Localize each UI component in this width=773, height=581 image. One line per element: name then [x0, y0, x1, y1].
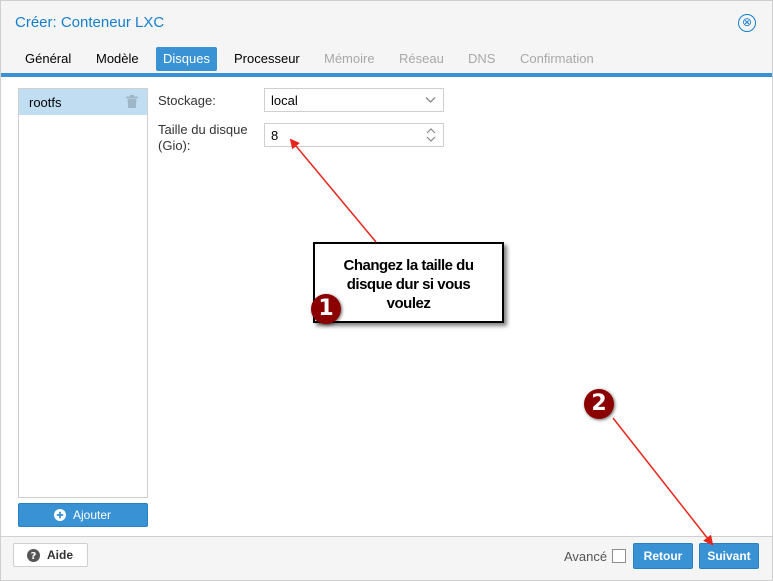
disk-size-value: 8	[271, 128, 279, 143]
tab-network: Réseau	[399, 51, 444, 66]
spinner-icon[interactable]	[426, 126, 436, 144]
tab-memory: Mémoire	[324, 51, 375, 66]
help-label: Aide	[47, 548, 74, 562]
add-disk-button[interactable]: Ajouter	[18, 503, 148, 527]
dialog-footer: ? Aide Avancé Retour Suivant	[1, 538, 772, 580]
svg-text:?: ?	[31, 551, 37, 562]
chevron-down-icon[interactable]	[425, 96, 436, 104]
advanced-label: Avancé	[564, 549, 608, 564]
help-button[interactable]: ? Aide	[13, 543, 88, 567]
dialog-window: Créer: Conteneur LXC ⊗ Général Modèle Di…	[0, 0, 773, 581]
dialog-title: Créer: Conteneur LXC	[15, 14, 165, 31]
disk-item-label: rootfs	[29, 95, 62, 110]
annotation-badge-1: 1	[311, 294, 341, 324]
add-disk-label: Ajouter	[73, 508, 112, 522]
disk-size-label: Taille du disque (Gio):	[158, 122, 248, 154]
wizard-tabs: Général Modèle Disques Processeur Mémoir…	[1, 45, 772, 73]
question-circle-icon: ?	[27, 549, 40, 562]
storage-value: local	[271, 93, 298, 108]
tab-dns: DNS	[468, 51, 496, 66]
disk-list: rootfs	[18, 88, 148, 498]
disk-size-label-line2: (Gio):	[158, 138, 191, 153]
disks-panel: rootfs Ajouter Stockage: local Taille du…	[1, 77, 772, 537]
back-button[interactable]: Retour	[633, 543, 693, 569]
disk-size-input[interactable]: 8	[264, 123, 444, 147]
close-icon: ⊗	[741, 15, 753, 29]
title-bar: Créer: Conteneur LXC ⊗	[1, 1, 772, 43]
annotation-badge-2: 2	[584, 389, 614, 419]
next-button[interactable]: Suivant	[699, 543, 759, 569]
close-button[interactable]: ⊗	[738, 14, 756, 32]
storage-select[interactable]: local	[264, 88, 444, 112]
tab-disks[interactable]: Disques	[156, 47, 217, 71]
plus-circle-icon	[54, 509, 66, 521]
callout-line: Changez la taille du	[343, 257, 474, 274]
disk-item-rootfs[interactable]: rootfs	[19, 89, 147, 115]
tab-template[interactable]: Modèle	[89, 47, 146, 71]
trash-icon[interactable]	[126, 95, 138, 108]
callout-line: voulez	[386, 295, 431, 312]
disk-size-label-line1: Taille du disque	[158, 122, 248, 137]
advanced-checkbox[interactable]	[612, 549, 626, 563]
tab-general[interactable]: Général	[18, 47, 78, 71]
annotation-callout: Changez la taille du disque dur si vous …	[313, 242, 504, 323]
storage-label: Stockage:	[158, 93, 216, 108]
callout-line: disque dur si vous	[346, 276, 471, 293]
tab-confirmation: Confirmation	[520, 51, 594, 66]
tab-cpu[interactable]: Processeur	[227, 47, 307, 71]
